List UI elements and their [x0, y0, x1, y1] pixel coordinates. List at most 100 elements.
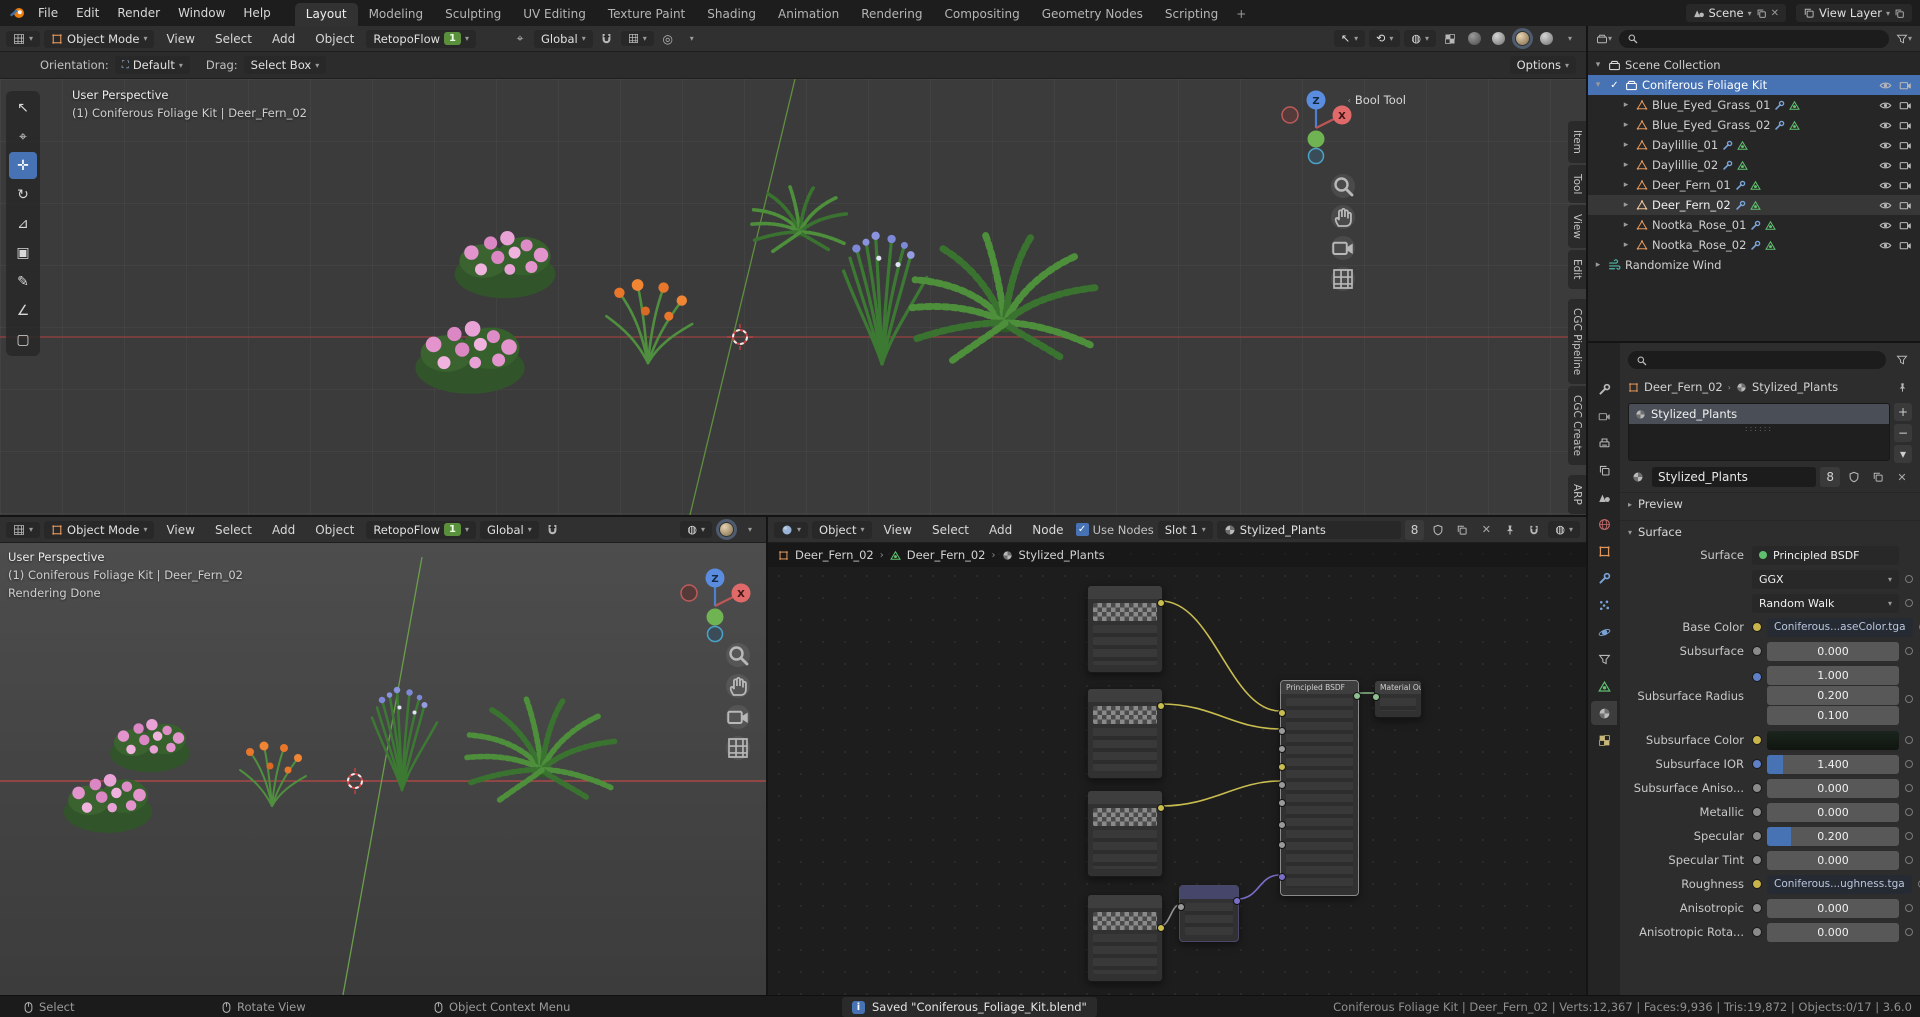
- normal-map-node[interactable]: [1177, 885, 1241, 942]
- save-notification[interactable]: i Saved "Coniferous_Foliage_Kit.blend": [842, 997, 1097, 1017]
- editor-type-button[interactable]: ▾: [6, 30, 41, 47]
- render-camera-icon[interactable]: [1899, 179, 1912, 192]
- principled-bsdf-node[interactable]: Principled BSDF: [1278, 680, 1361, 896]
- roughness-field[interactable]: Coniferous...ughness.tga: [1767, 874, 1912, 894]
- camera-view-button[interactable]: [1331, 236, 1355, 260]
- expand-icon[interactable]: ▸: [1620, 200, 1632, 210]
- outliner-row-object[interactable]: ▸ Nootka_Rose_01: [1588, 215, 1920, 235]
- slot-specials-button[interactable]: ▾: [1894, 445, 1912, 463]
- distribution-dropdown[interactable]: GGX ▾: [1752, 569, 1899, 589]
- shader-type-dropdown[interactable]: Object ▾: [812, 520, 872, 539]
- render-camera-icon[interactable]: [1899, 219, 1912, 232]
- breadcrumb-material[interactable]: Stylized_Plants: [1019, 548, 1105, 562]
- shading-dropdown[interactable]: ▾: [740, 520, 760, 540]
- menu-help[interactable]: Help: [235, 3, 278, 23]
- navigation-gizmo[interactable]: Z X: [672, 563, 758, 649]
- expand-icon[interactable]: ▸: [1620, 180, 1632, 190]
- hide-eye-icon[interactable]: [1879, 159, 1892, 172]
- new-material-icon[interactable]: [1452, 520, 1472, 540]
- transform-orientation-icon[interactable]: ⌖: [510, 29, 530, 49]
- gizmos-dropdown[interactable]: ⟲ ▾: [1369, 30, 1401, 47]
- sidebar-tab-tool[interactable]: Tool: [1568, 164, 1586, 204]
- tool-measure[interactable]: ∠: [9, 297, 37, 324]
- selectability-visibility-dropdown[interactable]: ↖ ▾: [1333, 30, 1366, 47]
- pan-hand-button[interactable]: [1331, 205, 1355, 229]
- expand-icon[interactable]: ▾: [1592, 80, 1604, 90]
- gizmo-x-label[interactable]: X: [1338, 111, 1346, 122]
- tool-add-cube[interactable]: ▢: [9, 326, 37, 353]
- slot-dropdown[interactable]: Slot 1 ▾: [1157, 520, 1213, 539]
- menu-node[interactable]: Node: [1024, 520, 1071, 540]
- slot-list-grip[interactable]: ::::::: [1629, 424, 1889, 433]
- render-camera-icon[interactable]: [1899, 239, 1912, 252]
- outliner-row-object[interactable]: ▸ Daylillie_01: [1588, 135, 1920, 155]
- breadcrumb-mesh[interactable]: Deer_Fern_02: [907, 548, 986, 562]
- properties-tab-texture[interactable]: [1591, 728, 1617, 752]
- menu-render[interactable]: Render: [109, 3, 168, 23]
- mode-dropdown[interactable]: Object Mode ▾: [44, 520, 155, 539]
- menu-object[interactable]: Object: [307, 29, 362, 49]
- menu-add[interactable]: Add: [264, 29, 303, 49]
- camera-view-button[interactable]: [726, 705, 750, 729]
- scene-selector[interactable]: Scene ▾ ✕: [1685, 4, 1786, 22]
- base-color-field[interactable]: Coniferous...aseColor.tga: [1767, 617, 1913, 637]
- tab-scripting[interactable]: Scripting: [1154, 3, 1229, 26]
- properties-tab-object[interactable]: [1591, 539, 1617, 563]
- tool-cursor[interactable]: ⌖: [9, 123, 37, 150]
- surface-shader-field[interactable]: Principled BSDF: [1752, 545, 1899, 565]
- tool-move[interactable]: ✛: [9, 152, 37, 179]
- sidebar-tab-arp[interactable]: ARP: [1568, 474, 1586, 514]
- outliner-row-object[interactable]: ▸ Daylillie_02: [1588, 155, 1920, 175]
- proportional-edit-icon[interactable]: ◎: [658, 29, 678, 49]
- zoom-button[interactable]: [1331, 174, 1355, 198]
- remove-slot-button[interactable]: −: [1894, 424, 1912, 442]
- properties-tab-render[interactable]: [1591, 404, 1617, 428]
- editor-type-button[interactable]: ▾: [1594, 29, 1614, 49]
- sidebar-tab-cgc-pipeline[interactable]: CGC Pipeline: [1568, 298, 1586, 384]
- render-camera-icon[interactable]: [1899, 119, 1912, 132]
- filter-icon[interactable]: ▾: [1894, 29, 1914, 49]
- shading-wireframe-button[interactable]: [1464, 29, 1484, 49]
- hide-eye-icon[interactable]: [1879, 79, 1892, 92]
- sidebar-tab-edit[interactable]: Edit: [1568, 250, 1586, 289]
- tab-geometry-nodes[interactable]: Geometry Nodes: [1031, 3, 1154, 26]
- expand-icon[interactable]: ▸: [1592, 260, 1604, 270]
- node-canvas[interactable]: Deer_Fern_02 › Deer_Fern_02 › Stylized_P…: [768, 543, 1586, 995]
- tool-select-box[interactable]: ↖: [9, 94, 37, 121]
- pan-hand-button[interactable]: [726, 674, 750, 698]
- image-texture-node[interactable]: [1087, 894, 1165, 982]
- expand-icon[interactable]: ▸: [1620, 140, 1632, 150]
- tab-layout[interactable]: Layout: [294, 3, 358, 26]
- anisotropic-field[interactable]: 0.000: [1767, 898, 1899, 918]
- properties-tab-physics[interactable]: [1591, 620, 1617, 644]
- menu-window[interactable]: Window: [170, 3, 233, 23]
- radius-x-field[interactable]: 1.000: [1767, 666, 1899, 685]
- gizmo-z-label[interactable]: Z: [711, 574, 718, 585]
- viewport-3d-top[interactable]: ▾ Object Mode ▾ View Select Add Object Re…: [0, 26, 1586, 515]
- tab-compositing[interactable]: Compositing: [933, 3, 1030, 26]
- subsurface-color-swatch[interactable]: [1767, 730, 1899, 750]
- properties-tab-view-layer[interactable]: [1591, 458, 1617, 482]
- image-texture-node[interactable]: [1087, 790, 1165, 877]
- radius-y-field[interactable]: 0.200: [1767, 686, 1899, 705]
- pin-icon[interactable]: [1500, 520, 1520, 540]
- material-slot-row[interactable]: Stylized_Plants: [1629, 404, 1889, 424]
- subsurface-anisotropy-field[interactable]: 0.000: [1767, 778, 1899, 798]
- fake-user-shield-icon[interactable]: [1428, 520, 1448, 540]
- tool-transform[interactable]: ▣: [9, 239, 37, 266]
- new-scene-icon[interactable]: [1756, 8, 1767, 19]
- preview-section-header[interactable]: ▸ Preview: [1620, 492, 1920, 515]
- properties-tab-world[interactable]: [1591, 512, 1617, 536]
- material-name-field[interactable]: Stylized_Plants: [1216, 520, 1401, 539]
- fake-user-shield-icon[interactable]: [1844, 467, 1864, 487]
- add-slot-button[interactable]: +: [1894, 403, 1912, 421]
- material-slot-list[interactable]: Stylized_Plants ::::::: [1628, 403, 1890, 461]
- outliner-row-collection[interactable]: ▾ ✓ Coniferous Foliage Kit: [1588, 75, 1920, 95]
- tab-texture-paint[interactable]: Texture Paint: [597, 3, 696, 26]
- properties-tab-output[interactable]: [1591, 431, 1617, 455]
- snap-magnet-icon[interactable]: [1524, 520, 1544, 540]
- properties-tab-tool[interactable]: [1591, 377, 1617, 401]
- tab-rendering[interactable]: Rendering: [850, 3, 933, 26]
- xray-toggle[interactable]: [1440, 29, 1460, 49]
- outliner-row-object[interactable]: ▸ Blue_Eyed_Grass_02: [1588, 115, 1920, 135]
